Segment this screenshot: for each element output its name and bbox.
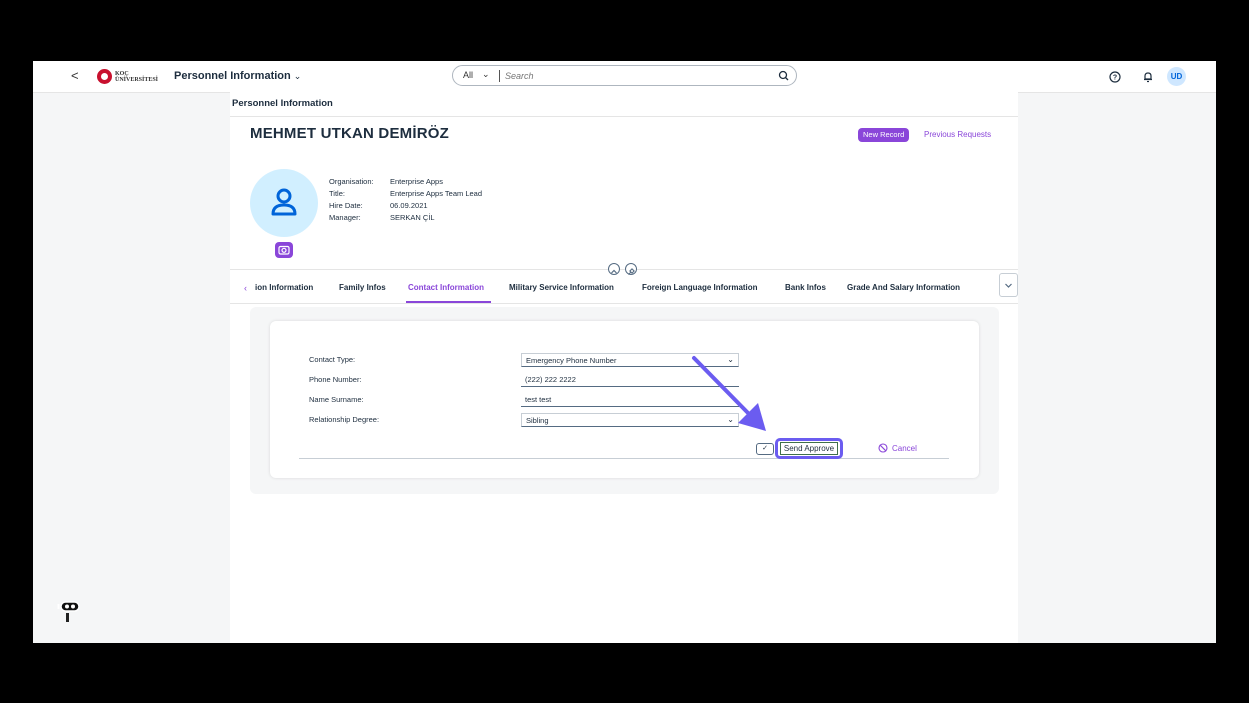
name-surname-label: Name Surname: — [309, 395, 364, 404]
tab-military-service-information[interactable]: Military Service Information — [509, 283, 614, 292]
chevron-down-icon — [1005, 283, 1012, 288]
phone-number-label: Phone Number: — [309, 375, 362, 384]
annotation-arrow-icon — [692, 356, 766, 431]
info-row-manager: Manager: SERKAN ÇİL — [329, 213, 435, 222]
send-approve-button[interactable]: Send Approve — [775, 438, 843, 459]
tab-ion-information[interactable]: ion Information — [255, 283, 313, 292]
chevron-left-icon[interactable]: ‹ — [244, 283, 247, 293]
brand-logo[interactable]: KOÇ ÜNİVERSİTESİ — [97, 69, 158, 84]
camera-icon — [278, 245, 290, 255]
relationship-degree-value: Sibling — [526, 416, 549, 425]
previous-requests-button[interactable]: Previous Requests — [924, 130, 991, 139]
svg-text:?: ? — [1113, 75, 1117, 82]
app-title: Personnel Information — [174, 70, 291, 82]
brand-line-2: ÜNİVERSİTESİ — [115, 76, 159, 83]
search-icon[interactable] — [777, 69, 791, 83]
user-avatar[interactable]: UD — [1167, 67, 1186, 86]
section-tabs: ‹ ion Information Family Infos Contact I… — [230, 273, 1018, 304]
search-separator — [499, 70, 500, 82]
back-button[interactable]: < — [71, 68, 79, 83]
person-icon — [271, 188, 297, 216]
active-tab-indicator — [406, 301, 491, 303]
divider — [230, 116, 1018, 117]
contact-form-card: Contact Type: Emergency Phone Number ⌄ P… — [270, 321, 979, 478]
tab-contact-information[interactable]: Contact Information — [408, 283, 484, 292]
object-page: Personnel Information MEHMET UTKAN DEMİR… — [230, 92, 1018, 643]
page-title: Personnel Information — [232, 98, 333, 109]
app-window: < KOÇ ÜNİVERSİTESİ Personnel Information… — [33, 61, 1216, 643]
info-row-hire-date: Hire Date: 06.09.2021 — [329, 201, 428, 210]
search-input[interactable] — [505, 69, 755, 82]
section-container: Contact Type: Emergency Phone Number ⌄ P… — [250, 307, 999, 494]
employee-name: MEHMET UTKAN DEMİRÖZ — [250, 125, 449, 142]
tab-overflow-button[interactable] — [999, 273, 1018, 297]
chevron-down-icon[interactable]: ⌄ — [482, 69, 490, 80]
info-row-organisation: Organisation: Enterprise Apps — [329, 177, 443, 186]
tab-bank-infos[interactable]: Bank Infos — [785, 283, 826, 292]
new-record-button[interactable]: New Record — [858, 128, 910, 142]
search-bar: All ⌄ — [452, 65, 797, 86]
cancel-label: Cancel — [892, 443, 917, 453]
send-approve-label: Send Approve — [779, 442, 839, 455]
info-row-title: Title: Enterprise Apps Team Lead — [329, 189, 483, 198]
bell-icon[interactable] — [1142, 71, 1154, 83]
contact-type-label: Contact Type: — [309, 355, 356, 364]
tab-foreign-language-information[interactable]: Foreign Language Information — [642, 283, 758, 292]
tab-family-infos[interactable]: Family Infos — [339, 283, 386, 292]
camera-button[interactable] — [275, 242, 293, 258]
help-icon[interactable]: ? — [1109, 71, 1121, 83]
cancel-icon — [878, 443, 888, 453]
chevron-down-icon: ⌄ — [293, 71, 302, 81]
assistant-logo-icon[interactable] — [56, 599, 82, 625]
checkmark-icon[interactable]: ✓ — [756, 443, 774, 455]
cancel-button[interactable]: Cancel — [878, 443, 917, 453]
search-scope[interactable]: All — [463, 70, 473, 80]
relationship-degree-label: Relationship Degree: — [309, 415, 380, 424]
logo-mark-icon — [97, 69, 112, 84]
tab-grade-and-salary-information[interactable]: Grade And Salary Information — [847, 283, 960, 292]
app-title-menu[interactable]: Personnel Information ⌄ — [174, 70, 301, 82]
employee-avatar — [250, 169, 318, 237]
contact-type-value: Emergency Phone Number — [526, 356, 617, 365]
employee-info: Organisation: Enterprise Apps Title: Enter… — [329, 176, 482, 224]
form-footer-divider — [299, 458, 949, 459]
shell-bar: < KOÇ ÜNİVERSİTESİ Personnel Information… — [33, 61, 1216, 93]
